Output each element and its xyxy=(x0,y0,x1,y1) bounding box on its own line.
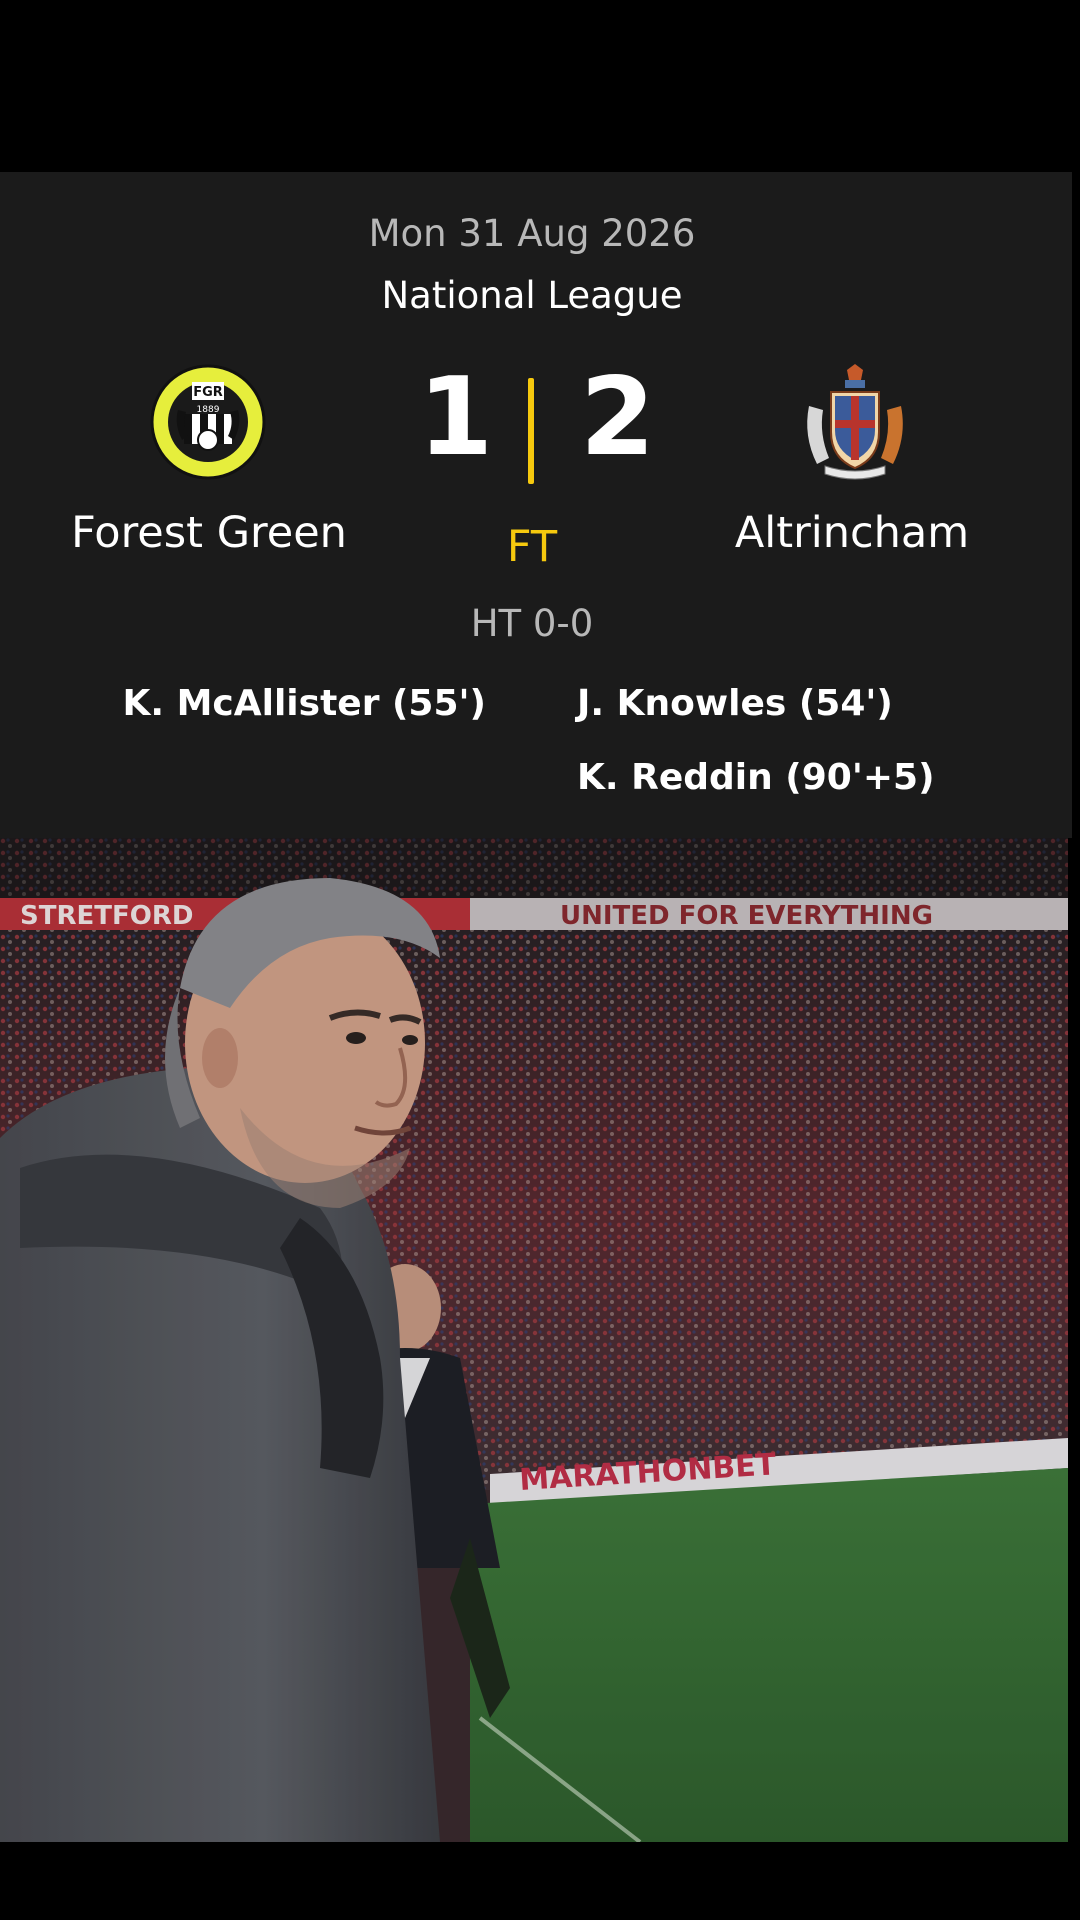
competition-name: National League xyxy=(381,274,683,317)
forest-green-crest-icon: FGR 1889 xyxy=(148,362,268,482)
home-score: 1 xyxy=(418,355,494,480)
home-scorers: K. McAllister (55') xyxy=(122,682,486,756)
half-time-score: HT 0-0 xyxy=(470,602,594,645)
match-date: Mon 31 Aug 2026 xyxy=(368,212,696,255)
crest-text: FGR xyxy=(193,385,223,400)
away-scorers: J. Knowles (54') K. Reddin (90'+5) xyxy=(577,682,935,830)
video-frame[interactable]: STRETFORD UNITED FOR EVERYTHING MARATHON… xyxy=(0,838,1068,1842)
away-team-name[interactable]: Altrincham xyxy=(640,508,1064,558)
home-scorer: K. McAllister (55') xyxy=(122,683,486,724)
screen: Mon 31 Aug 2026 National League FGR 1889… xyxy=(0,0,1080,1920)
away-scorer: J. Knowles (54') xyxy=(577,683,893,724)
match-score-panel[interactable]: Mon 31 Aug 2026 National League FGR 1889… xyxy=(0,172,1072,838)
away-scorer: K. Reddin (90'+5) xyxy=(577,757,935,798)
crest-year: 1889 xyxy=(197,405,220,415)
score-divider xyxy=(528,378,534,484)
altrincham-crest-icon xyxy=(795,362,915,482)
away-score: 2 xyxy=(580,355,656,480)
